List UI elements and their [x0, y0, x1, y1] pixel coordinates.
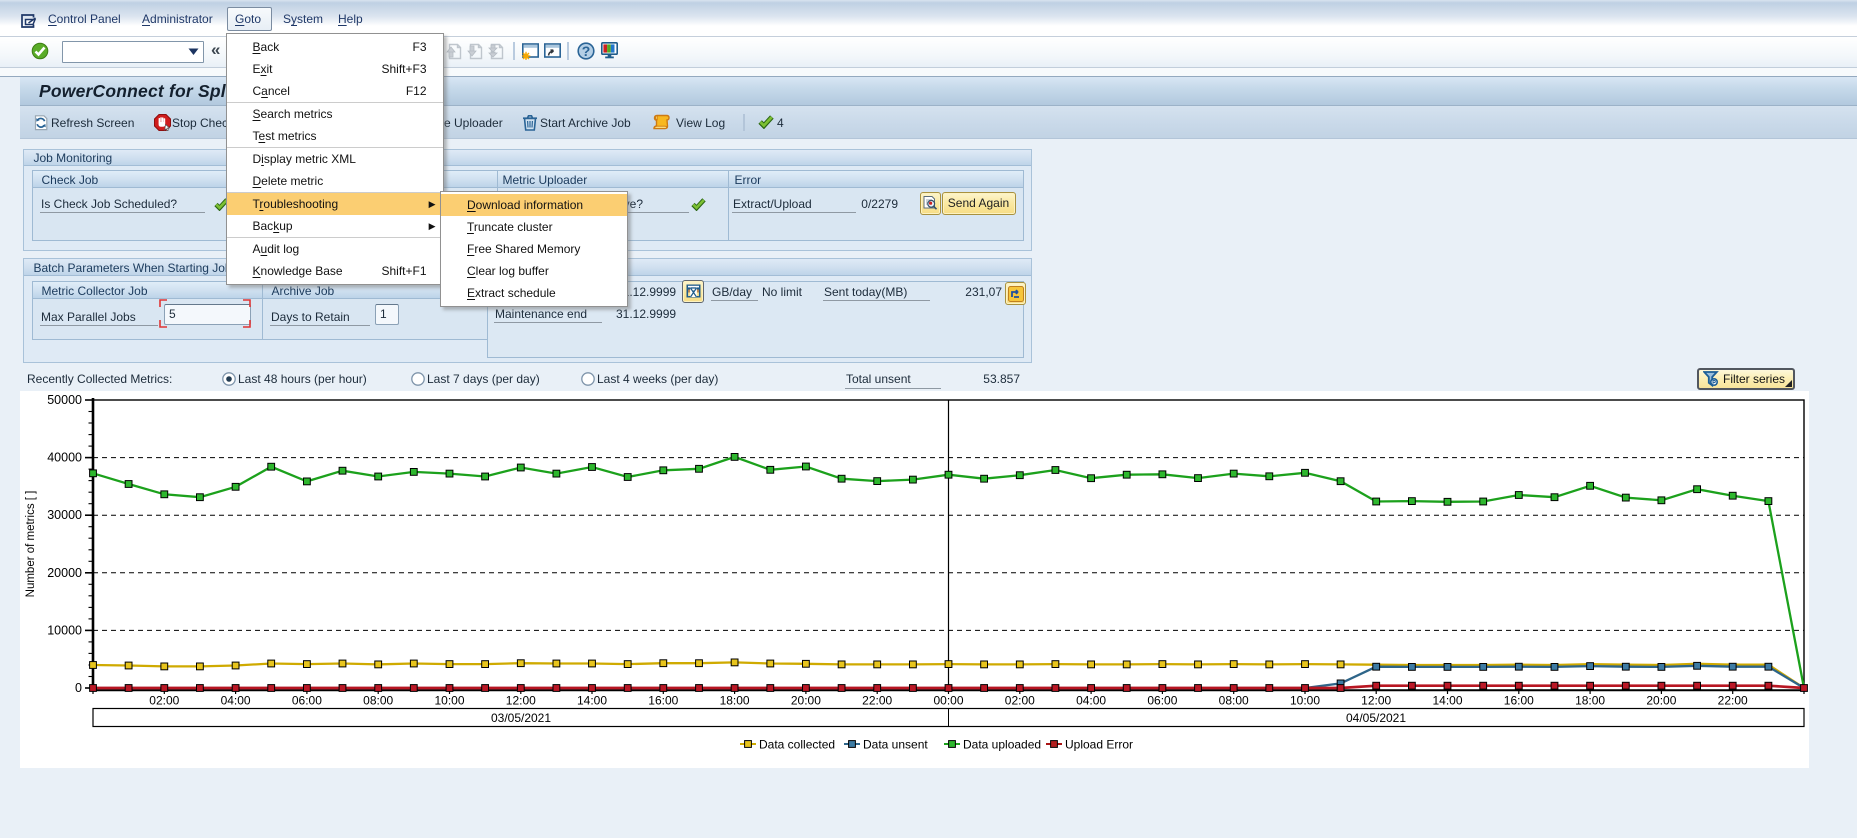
svg-text:02:00: 02:00 — [1005, 694, 1035, 708]
svg-text:20:00: 20:00 — [1646, 694, 1676, 708]
svg-text:12:00: 12:00 — [1361, 694, 1391, 708]
svg-text:04:00: 04:00 — [221, 694, 251, 708]
svg-text:20000: 20000 — [47, 566, 82, 580]
svg-text:12:00: 12:00 — [506, 694, 536, 708]
svg-text:20:00: 20:00 — [791, 694, 821, 708]
svg-text:Number of metrics [ ]: Number of metrics [ ] — [25, 491, 37, 598]
svg-text:18:00: 18:00 — [1575, 694, 1605, 708]
svg-text:08:00: 08:00 — [1219, 694, 1249, 708]
svg-text:16:00: 16:00 — [648, 694, 678, 708]
svg-text:03/05/2021: 03/05/2021 — [491, 711, 551, 725]
svg-text:Data unsent: Data unsent — [863, 738, 928, 752]
svg-text:?: ? — [582, 43, 591, 59]
svg-text:50000: 50000 — [47, 393, 82, 407]
svg-text:06:00: 06:00 — [292, 694, 322, 708]
svg-text:16:00: 16:00 — [1504, 694, 1534, 708]
svg-text:30000: 30000 — [47, 508, 82, 522]
svg-text:06:00: 06:00 — [1147, 694, 1177, 708]
svg-text:0: 0 — [75, 681, 82, 695]
svg-text:02:00: 02:00 — [149, 694, 179, 708]
svg-text:14:00: 14:00 — [577, 694, 607, 708]
svg-text:40000: 40000 — [47, 451, 82, 465]
svg-text:Upload Error: Upload Error — [1065, 738, 1133, 752]
svg-text:00:00: 00:00 — [933, 694, 963, 708]
svg-text:22:00: 22:00 — [862, 694, 892, 708]
svg-text:22:00: 22:00 — [1718, 694, 1748, 708]
svg-text:04:00: 04:00 — [1076, 694, 1106, 708]
svg-text:14:00: 14:00 — [1432, 694, 1462, 708]
svg-text:10:00: 10:00 — [434, 694, 464, 708]
svg-text:Data collected: Data collected — [759, 738, 835, 752]
svg-text:10:00: 10:00 — [1290, 694, 1320, 708]
svg-text:08:00: 08:00 — [363, 694, 393, 708]
svg-text:Data uploaded: Data uploaded — [963, 738, 1041, 752]
svg-text:04/05/2021: 04/05/2021 — [1346, 711, 1406, 725]
svg-text:18:00: 18:00 — [720, 694, 750, 708]
svg-text:10000: 10000 — [47, 623, 82, 637]
